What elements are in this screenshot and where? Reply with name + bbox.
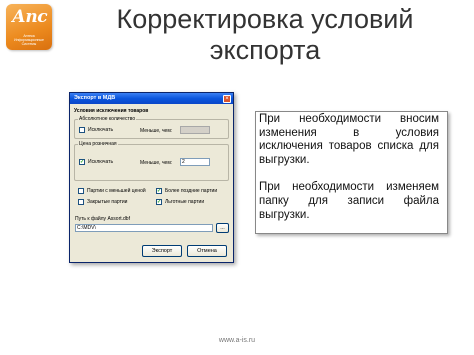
option-closed-row: Закрытые партии	[78, 199, 127, 205]
closed-batches-label: Закрытые партии	[87, 199, 128, 205]
quantity-less-field[interactable]	[180, 126, 210, 134]
quantity-group: Абсолютное количество Исключать Меньше, …	[74, 116, 229, 139]
later-batches-checkbox[interactable]: ✓	[156, 188, 162, 194]
quantity-group-legend: Абсолютное количество	[78, 116, 137, 122]
option-smaller-price-row: Партии с меньшей ценой	[78, 188, 146, 194]
slide-title: Корректировка условий экспорта	[116, 4, 414, 65]
callout-paragraph-1: При необходимости вносим изменения в усл…	[259, 113, 439, 166]
quantity-less-label: Меньше, чем:	[140, 128, 173, 134]
callout-paragraph-2: При необходимости изменяем папку для зап…	[259, 181, 439, 221]
price-group: Цена розничная ✓ Исключать Меньше, чем: …	[74, 141, 229, 181]
footer-url: www.a-is.ru	[218, 337, 256, 344]
discount-batches-checkbox[interactable]: ✓	[156, 199, 162, 205]
company-logo: Апс Аптека Информационные Системы	[6, 4, 52, 50]
smaller-price-checkbox[interactable]	[78, 188, 84, 194]
quantity-exclude-row: Исключать	[79, 127, 113, 133]
section-title: Условия исключения товаров	[74, 108, 149, 114]
export-button[interactable]: Экспорт	[142, 245, 182, 257]
dialog-title: Экспорт в МДВ	[74, 95, 116, 101]
close-icon[interactable]: ×	[223, 94, 231, 103]
callout-text: При необходимости вносим изменения в усл…	[259, 113, 439, 236]
logo-subtitle: Аптека Информационные Системы	[14, 34, 44, 46]
quantity-exclude-checkbox[interactable]	[79, 127, 85, 133]
option-later-row: ✓ Более поздние партии	[156, 188, 217, 194]
export-dialog: Экспорт в МДВ × Условия исключения товар…	[69, 92, 234, 263]
logo-mark: Апс	[12, 7, 48, 27]
path-input[interactable]: C:\MDV\	[75, 224, 213, 232]
option-discount-row: ✓ Льготные партии	[156, 199, 204, 205]
cancel-button[interactable]: Отмена	[187, 245, 227, 257]
smaller-price-label: Партии с меньшей ценой	[87, 188, 146, 194]
price-exclude-checkbox[interactable]: ✓	[79, 159, 85, 165]
price-exclude-label: Исключать	[88, 159, 114, 165]
discount-batches-label: Льготные партии	[165, 199, 205, 205]
price-group-legend: Цена розничная	[78, 141, 118, 147]
browse-button[interactable]: ...	[216, 223, 229, 233]
price-less-label: Меньше, чем:	[140, 160, 173, 166]
quantity-exclude-label: Исключать	[88, 127, 114, 133]
price-less-field[interactable]: 2	[180, 158, 210, 166]
path-label: Путь к файлу Assort.dbf	[75, 216, 130, 222]
price-exclude-row: ✓ Исключать	[79, 159, 113, 165]
later-batches-label: Более поздние партии	[165, 188, 218, 194]
closed-batches-checkbox[interactable]	[78, 199, 84, 205]
dialog-titlebar: Экспорт в МДВ	[70, 93, 233, 104]
